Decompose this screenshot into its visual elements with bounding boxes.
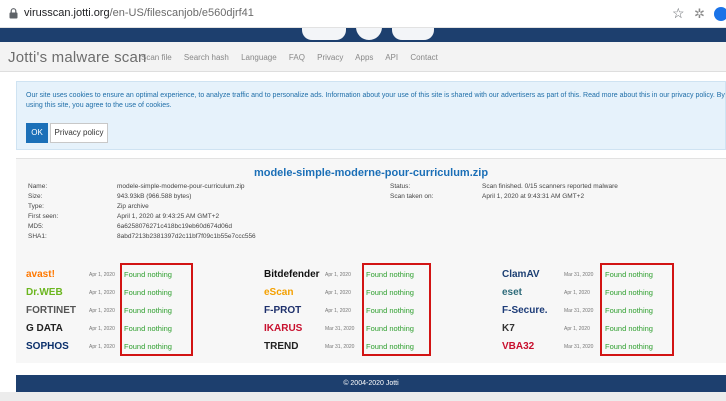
engine-date: Apr 1, 2020: [325, 272, 351, 278]
cookie-text: Our site uses cookies to ensure an optim…: [26, 92, 725, 109]
value-first-seen: April 1, 2020 at 9:43:25 AM GMT+2: [117, 213, 220, 220]
page-bottom: [0, 392, 726, 401]
cookie-ok-button[interactable]: OK: [26, 123, 48, 143]
value-sha1: 8abd7213b2381397d2c11bf7f09c1b55e7ccc556: [117, 233, 256, 240]
engine-logo: F-PROT: [264, 305, 302, 316]
engine-logo: K7: [502, 323, 515, 334]
nav-faq[interactable]: FAQ: [289, 53, 305, 62]
nav-language[interactable]: Language: [241, 53, 277, 62]
label-scan-taken: Scan taken on:: [390, 193, 434, 200]
engine-date: Apr 1, 2020: [89, 326, 115, 332]
label-md5: MD5:: [28, 223, 44, 230]
highlight-box-3: [600, 263, 674, 356]
engine-logo: F-Secure.: [502, 305, 548, 316]
value-md5: 6a6258076271c418bc19eb60d674d06d: [117, 223, 232, 230]
nav-contact[interactable]: Contact: [410, 53, 438, 62]
site-brand[interactable]: Jotti's malware scan: [8, 49, 147, 66]
site-banner: [0, 28, 726, 42]
url-text[interactable]: virusscan.jotti.org/en-US/filescanjob/e5…: [24, 7, 254, 19]
engine-date: Mar 31, 2020: [325, 344, 355, 350]
label-sha1: SHA1:: [28, 233, 47, 240]
site-nav: Jotti's malware scan Scan file Search ha…: [0, 42, 726, 72]
engine-date: Apr 1, 2020: [89, 344, 115, 350]
highlight-box-1: [120, 263, 193, 356]
nav-apps[interactable]: Apps: [355, 53, 373, 62]
engine-logo: G DATA: [26, 323, 63, 334]
cookie-notice: Our site uses cookies to ensure an optim…: [16, 81, 726, 150]
value-size: 943.93kB (966.588 bytes): [117, 193, 192, 200]
engine-date: Apr 1, 2020: [89, 308, 115, 314]
engine-logo: Bitdefender: [264, 269, 320, 280]
nav-scan-file[interactable]: Scan file: [141, 53, 172, 62]
engine-date: Mar 31, 2020: [564, 344, 594, 350]
engine-logo: Dr.WEB: [26, 287, 63, 298]
engine-logo: ClamAV: [502, 269, 540, 280]
engine-date: Apr 1, 2020: [325, 308, 351, 314]
engine-logo: VBA32: [502, 341, 535, 352]
engine-date: Apr 1, 2020: [89, 290, 115, 296]
lock-icon: [9, 8, 18, 19]
privacy-policy-button[interactable]: Privacy policy: [50, 123, 108, 143]
engine-logo: eset: [502, 287, 523, 298]
engine-date: Apr 1, 2020: [325, 290, 351, 296]
engine-logo: FORTINET: [26, 305, 76, 316]
engine-date: Mar 31, 2020: [325, 326, 355, 332]
nav-privacy[interactable]: Privacy: [317, 53, 343, 62]
file-title: modele-simple-moderne-pour-curriculum.zi…: [253, 167, 489, 179]
engine-logo: SOPHOS: [26, 341, 69, 352]
engine-date: Apr 1, 2020: [89, 272, 115, 278]
value-name: modele-simple-moderne-pour-curriculum.zi…: [117, 183, 245, 190]
label-name: Name:: [28, 183, 48, 190]
scan-result-panel: modele-simple-moderne-pour-curriculum.zi…: [16, 158, 726, 363]
nav-search-hash[interactable]: Search hash: [184, 53, 229, 62]
value-status: Scan finished. 0/15 scanners reported ma…: [482, 183, 618, 190]
nav-api[interactable]: API: [385, 53, 398, 62]
engine-date: Apr 1, 2020: [564, 326, 590, 332]
browser-url-bar[interactable]: virusscan.jotti.org/en-US/filescanjob/e5…: [0, 0, 726, 28]
engine-logo: avast!: [26, 269, 55, 280]
highlight-box-2: [362, 263, 431, 356]
value-scan-taken: April 1, 2020 at 9:43:31 AM GMT+2: [482, 193, 585, 200]
engine-date: Apr 1, 2020: [564, 290, 590, 296]
label-type: Type:: [28, 203, 44, 210]
label-status: Status:: [390, 183, 411, 190]
engine-logo: eScan: [264, 287, 294, 298]
engine-date: Mar 31, 2020: [564, 308, 594, 314]
engine-date: Mar 31, 2020: [564, 272, 594, 278]
engine-logo: TREND: [264, 341, 299, 352]
value-type: Zip archive: [117, 203, 149, 210]
bookmark-star-icon[interactable]: ☆: [672, 5, 685, 22]
extension-gear-icon[interactable]: ✲: [694, 6, 705, 22]
label-first-seen: First seen:: [28, 213, 59, 220]
label-size: Size:: [28, 193, 43, 200]
engine-logo: IKARUS: [264, 323, 303, 334]
site-footer: © 2004-2020 Jotti: [16, 375, 726, 392]
profile-avatar[interactable]: [714, 7, 726, 21]
